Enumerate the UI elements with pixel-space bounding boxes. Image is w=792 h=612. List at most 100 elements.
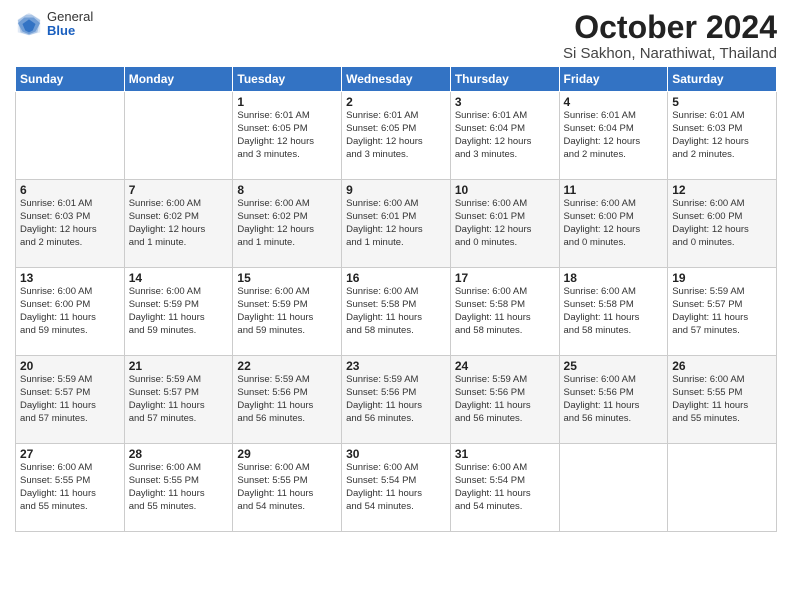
table-row <box>124 92 233 180</box>
day-info: Sunrise: 6:00 AM Sunset: 5:58 PM Dayligh… <box>564 286 664 337</box>
table-row: 14Sunrise: 6:00 AM Sunset: 5:59 PM Dayli… <box>124 268 233 356</box>
day-info: Sunrise: 5:59 AM Sunset: 5:56 PM Dayligh… <box>346 374 446 425</box>
day-number: 30 <box>346 447 446 461</box>
day-number: 27 <box>20 447 120 461</box>
table-row: 10Sunrise: 6:00 AM Sunset: 6:01 PM Dayli… <box>450 180 559 268</box>
calendar-week-row: 1Sunrise: 6:01 AM Sunset: 6:05 PM Daylig… <box>16 92 777 180</box>
table-row: 19Sunrise: 5:59 AM Sunset: 5:57 PM Dayli… <box>668 268 777 356</box>
table-row: 8Sunrise: 6:00 AM Sunset: 6:02 PM Daylig… <box>233 180 342 268</box>
table-row: 1Sunrise: 6:01 AM Sunset: 6:05 PM Daylig… <box>233 92 342 180</box>
table-row: 3Sunrise: 6:01 AM Sunset: 6:04 PM Daylig… <box>450 92 559 180</box>
day-info: Sunrise: 6:00 AM Sunset: 6:01 PM Dayligh… <box>455 198 555 249</box>
day-info: Sunrise: 6:00 AM Sunset: 5:54 PM Dayligh… <box>346 462 446 513</box>
weekday-header-row: Sunday Monday Tuesday Wednesday Thursday… <box>16 67 777 92</box>
header-sunday: Sunday <box>16 67 125 92</box>
day-number: 19 <box>672 271 772 285</box>
table-row: 26Sunrise: 6:00 AM Sunset: 5:55 PM Dayli… <box>668 356 777 444</box>
day-info: Sunrise: 6:01 AM Sunset: 6:05 PM Dayligh… <box>237 110 337 161</box>
day-info: Sunrise: 5:59 AM Sunset: 5:56 PM Dayligh… <box>455 374 555 425</box>
page-container: General Blue October 2024 Si Sakhon, Nar… <box>0 0 792 547</box>
day-info: Sunrise: 6:00 AM Sunset: 5:55 PM Dayligh… <box>672 374 772 425</box>
logo-text: General Blue <box>47 10 93 39</box>
day-number: 18 <box>564 271 664 285</box>
table-row: 16Sunrise: 6:00 AM Sunset: 5:58 PM Dayli… <box>342 268 451 356</box>
table-row: 12Sunrise: 6:00 AM Sunset: 6:00 PM Dayli… <box>668 180 777 268</box>
calendar-table: Sunday Monday Tuesday Wednesday Thursday… <box>15 66 777 532</box>
table-row: 15Sunrise: 6:00 AM Sunset: 5:59 PM Dayli… <box>233 268 342 356</box>
table-row: 13Sunrise: 6:00 AM Sunset: 6:00 PM Dayli… <box>16 268 125 356</box>
day-number: 5 <box>672 95 772 109</box>
day-info: Sunrise: 6:00 AM Sunset: 5:58 PM Dayligh… <box>455 286 555 337</box>
table-row: 7Sunrise: 6:00 AM Sunset: 6:02 PM Daylig… <box>124 180 233 268</box>
table-row: 21Sunrise: 5:59 AM Sunset: 5:57 PM Dayli… <box>124 356 233 444</box>
header-wednesday: Wednesday <box>342 67 451 92</box>
day-number: 13 <box>20 271 120 285</box>
day-number: 16 <box>346 271 446 285</box>
day-number: 29 <box>237 447 337 461</box>
table-row: 5Sunrise: 6:01 AM Sunset: 6:03 PM Daylig… <box>668 92 777 180</box>
calendar-week-row: 27Sunrise: 6:00 AM Sunset: 5:55 PM Dayli… <box>16 444 777 532</box>
day-number: 11 <box>564 183 664 197</box>
table-row: 22Sunrise: 5:59 AM Sunset: 5:56 PM Dayli… <box>233 356 342 444</box>
logo-icon <box>15 10 43 38</box>
table-row: 6Sunrise: 6:01 AM Sunset: 6:03 PM Daylig… <box>16 180 125 268</box>
location-title: Si Sakhon, Narathiwat, Thailand <box>563 45 777 62</box>
day-number: 25 <box>564 359 664 373</box>
day-number: 1 <box>237 95 337 109</box>
header-saturday: Saturday <box>668 67 777 92</box>
day-number: 7 <box>129 183 229 197</box>
day-info: Sunrise: 6:00 AM Sunset: 5:58 PM Dayligh… <box>346 286 446 337</box>
day-number: 24 <box>455 359 555 373</box>
day-number: 20 <box>20 359 120 373</box>
table-row: 18Sunrise: 6:00 AM Sunset: 5:58 PM Dayli… <box>559 268 668 356</box>
table-row <box>16 92 125 180</box>
header: General Blue October 2024 Si Sakhon, Nar… <box>15 10 777 62</box>
day-number: 10 <box>455 183 555 197</box>
logo-blue: Blue <box>47 24 93 38</box>
table-row: 11Sunrise: 6:00 AM Sunset: 6:00 PM Dayli… <box>559 180 668 268</box>
day-info: Sunrise: 6:00 AM Sunset: 6:00 PM Dayligh… <box>672 198 772 249</box>
day-info: Sunrise: 6:00 AM Sunset: 5:54 PM Dayligh… <box>455 462 555 513</box>
day-info: Sunrise: 6:00 AM Sunset: 5:55 PM Dayligh… <box>129 462 229 513</box>
header-monday: Monday <box>124 67 233 92</box>
day-number: 2 <box>346 95 446 109</box>
day-info: Sunrise: 6:00 AM Sunset: 5:55 PM Dayligh… <box>20 462 120 513</box>
header-thursday: Thursday <box>450 67 559 92</box>
day-number: 26 <box>672 359 772 373</box>
day-number: 12 <box>672 183 772 197</box>
day-info: Sunrise: 5:59 AM Sunset: 5:56 PM Dayligh… <box>237 374 337 425</box>
table-row: 31Sunrise: 6:00 AM Sunset: 5:54 PM Dayli… <box>450 444 559 532</box>
day-number: 9 <box>346 183 446 197</box>
day-info: Sunrise: 6:00 AM Sunset: 6:02 PM Dayligh… <box>129 198 229 249</box>
day-number: 22 <box>237 359 337 373</box>
calendar-week-row: 13Sunrise: 6:00 AM Sunset: 6:00 PM Dayli… <box>16 268 777 356</box>
table-row: 24Sunrise: 5:59 AM Sunset: 5:56 PM Dayli… <box>450 356 559 444</box>
table-row: 4Sunrise: 6:01 AM Sunset: 6:04 PM Daylig… <box>559 92 668 180</box>
day-info: Sunrise: 6:00 AM Sunset: 5:59 PM Dayligh… <box>237 286 337 337</box>
logo: General Blue <box>15 10 93 39</box>
table-row: 2Sunrise: 6:01 AM Sunset: 6:05 PM Daylig… <box>342 92 451 180</box>
day-info: Sunrise: 5:59 AM Sunset: 5:57 PM Dayligh… <box>20 374 120 425</box>
day-info: Sunrise: 6:01 AM Sunset: 6:05 PM Dayligh… <box>346 110 446 161</box>
day-info: Sunrise: 6:00 AM Sunset: 5:56 PM Dayligh… <box>564 374 664 425</box>
day-number: 31 <box>455 447 555 461</box>
day-info: Sunrise: 6:00 AM Sunset: 5:55 PM Dayligh… <box>237 462 337 513</box>
day-number: 3 <box>455 95 555 109</box>
day-number: 4 <box>564 95 664 109</box>
table-row <box>668 444 777 532</box>
logo-general: General <box>47 10 93 24</box>
day-info: Sunrise: 6:01 AM Sunset: 6:03 PM Dayligh… <box>20 198 120 249</box>
day-info: Sunrise: 6:00 AM Sunset: 6:00 PM Dayligh… <box>564 198 664 249</box>
header-tuesday: Tuesday <box>233 67 342 92</box>
day-number: 14 <box>129 271 229 285</box>
day-info: Sunrise: 6:00 AM Sunset: 6:02 PM Dayligh… <box>237 198 337 249</box>
day-info: Sunrise: 6:00 AM Sunset: 6:01 PM Dayligh… <box>346 198 446 249</box>
calendar-week-row: 6Sunrise: 6:01 AM Sunset: 6:03 PM Daylig… <box>16 180 777 268</box>
table-row: 29Sunrise: 6:00 AM Sunset: 5:55 PM Dayli… <box>233 444 342 532</box>
table-row: 28Sunrise: 6:00 AM Sunset: 5:55 PM Dayli… <box>124 444 233 532</box>
day-info: Sunrise: 6:01 AM Sunset: 6:04 PM Dayligh… <box>455 110 555 161</box>
day-number: 6 <box>20 183 120 197</box>
day-info: Sunrise: 5:59 AM Sunset: 5:57 PM Dayligh… <box>672 286 772 337</box>
table-row <box>559 444 668 532</box>
table-row: 20Sunrise: 5:59 AM Sunset: 5:57 PM Dayli… <box>16 356 125 444</box>
